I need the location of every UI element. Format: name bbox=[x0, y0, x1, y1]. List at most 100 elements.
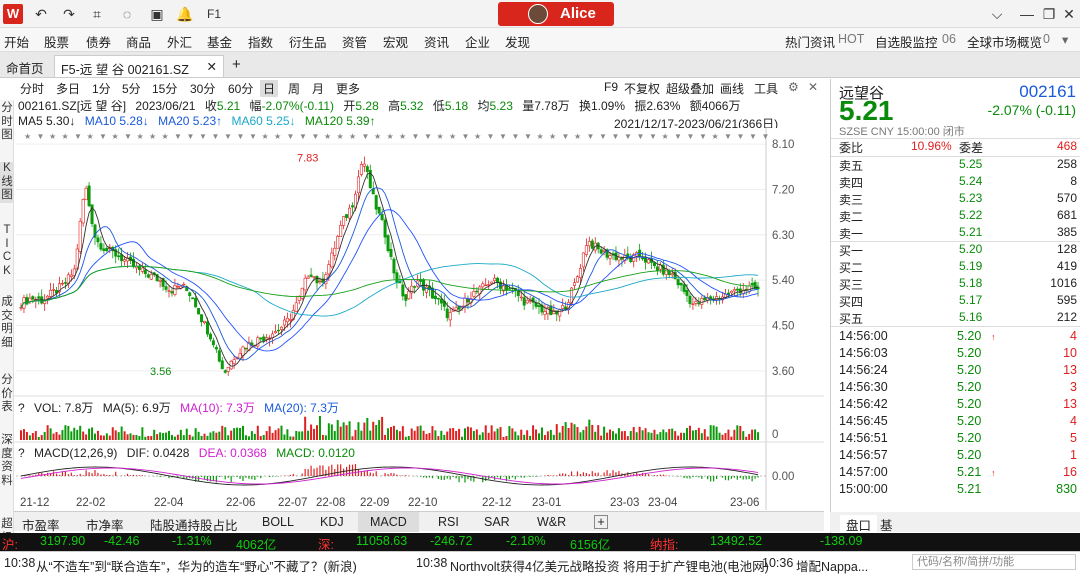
redo-icon[interactable]: ↷ bbox=[60, 5, 78, 23]
period-daily[interactable]: 日 bbox=[260, 80, 279, 97]
crop-icon[interactable]: ⌗ bbox=[88, 5, 106, 23]
candle-body bbox=[31, 296, 35, 300]
x-tick-label: 23-01 bbox=[532, 497, 561, 509]
volume-bar bbox=[469, 427, 472, 440]
tab-rsi[interactable]: RSI bbox=[438, 515, 459, 529]
sidebar-price-table[interactable]: 分价表 bbox=[0, 374, 14, 415]
tab-wr[interactable]: W&R bbox=[537, 515, 566, 529]
menu-commodity[interactable]: 商品 bbox=[126, 32, 151, 51]
tab-macd[interactable]: MACD bbox=[358, 512, 419, 532]
sidebar-intraday[interactable]: 分时图 bbox=[0, 102, 14, 143]
close-icon[interactable]: ✕ bbox=[1060, 5, 1078, 23]
tab-close-icon[interactable]: ✕ bbox=[207, 59, 217, 74]
tab-kdj[interactable]: KDJ bbox=[320, 515, 344, 529]
tick-price: 5.20 bbox=[957, 431, 982, 445]
volume-bar bbox=[614, 433, 617, 440]
sidebar-deep-data[interactable]: 深度资料 bbox=[0, 434, 14, 488]
period-intraday[interactable]: 分时 bbox=[20, 80, 44, 97]
tab-boll[interactable]: BOLL bbox=[262, 515, 294, 529]
menu-global-market[interactable]: 全球市场概览 bbox=[967, 32, 1042, 51]
candle-body bbox=[374, 195, 378, 210]
tool-tools[interactable]: 工具 bbox=[754, 80, 778, 97]
tab-home[interactable]: 命首页 bbox=[0, 55, 50, 77]
minimize-icon[interactable]: — bbox=[1018, 5, 1036, 23]
period-1min[interactable]: 1分 bbox=[92, 80, 111, 97]
period-30min[interactable]: 30分 bbox=[190, 80, 215, 97]
tool-draw-line[interactable]: 画线 bbox=[720, 80, 744, 97]
tab-order-book[interactable]: 盘口 bbox=[840, 515, 878, 534]
menu-stock[interactable]: 股票 bbox=[44, 32, 69, 51]
candle-body bbox=[96, 237, 100, 243]
tab-sar[interactable]: SAR bbox=[484, 515, 510, 529]
menu-macro[interactable]: 宏观 bbox=[383, 32, 408, 51]
period-15min[interactable]: 15分 bbox=[152, 80, 177, 97]
candle-body bbox=[356, 176, 360, 194]
menu-start[interactable]: 开始 bbox=[4, 32, 29, 51]
menu-asset-mgmt[interactable]: 资管 bbox=[342, 32, 367, 51]
tab-pb[interactable]: 市净率 bbox=[86, 515, 124, 534]
tab-active-label: F5-远 望 谷 002161.SZ bbox=[61, 63, 189, 77]
tab-pe[interactable]: 市盈率 bbox=[22, 515, 60, 534]
candle-body bbox=[558, 308, 562, 317]
menu-news[interactable]: 资讯 bbox=[424, 32, 449, 51]
menu-discover[interactable]: 发现 bbox=[505, 32, 530, 51]
tick-volume: 830 bbox=[1056, 482, 1077, 496]
nasdaq-change: -138.09 bbox=[820, 534, 863, 548]
sidebar-trade-detail[interactable]: 成交明细 bbox=[0, 296, 14, 350]
volume-bar bbox=[443, 434, 446, 440]
menu-enterprise[interactable]: 企业 bbox=[465, 32, 490, 51]
tool-no-adjust[interactable]: 不复权 bbox=[624, 80, 660, 97]
menu-fund[interactable]: 基金 bbox=[207, 32, 232, 51]
volume-bar bbox=[496, 428, 499, 440]
f1-icon[interactable]: F1 bbox=[205, 5, 223, 23]
news-item[interactable]: 增配Nappa... bbox=[796, 556, 868, 575]
volume-bar bbox=[712, 425, 715, 440]
volume-bar bbox=[617, 428, 620, 440]
volume-bar bbox=[144, 436, 147, 440]
volume-bar bbox=[514, 431, 517, 440]
menu-fx[interactable]: 外汇 bbox=[167, 32, 192, 51]
volume-bar bbox=[390, 426, 392, 440]
tick-price: 5.20 bbox=[957, 329, 982, 343]
tab-northbound[interactable]: 陆股通持股占比 bbox=[150, 515, 238, 534]
tab-add-button[interactable]: + bbox=[226, 53, 247, 75]
news-item[interactable]: Northvolt获得4亿美元战略投资 将用于扩产锂电池(电池网) bbox=[450, 556, 769, 575]
period-60min[interactable]: 60分 bbox=[228, 80, 253, 97]
tool-overlay[interactable]: 超级叠加 bbox=[666, 80, 714, 97]
news-item[interactable]: 从“不造车”到“联合造车”，华为的造车“野心”不藏了？(新浪) bbox=[36, 556, 357, 575]
settings-gear-icon[interactable]: ⚙ bbox=[788, 80, 799, 94]
period-5min[interactable]: 5分 bbox=[122, 80, 141, 97]
pin-icon[interactable]: ⌵ bbox=[988, 5, 1006, 23]
period-monthly[interactable]: 月 bbox=[312, 80, 324, 97]
period-multiday[interactable]: 多日 bbox=[56, 80, 80, 97]
menu-bond[interactable]: 债券 bbox=[86, 32, 111, 51]
window-icon[interactable]: ▣ bbox=[148, 5, 166, 23]
sh-pct: -1.31% bbox=[172, 534, 212, 548]
period-more[interactable]: 更多 bbox=[336, 80, 360, 97]
level-label: 买五 bbox=[839, 312, 864, 326]
tick-price: 5.21 bbox=[957, 465, 982, 479]
menu-chevron-icon[interactable]: ▾ bbox=[1062, 32, 1068, 47]
chat-icon[interactable]: ◌ bbox=[118, 5, 136, 23]
menu-derivative[interactable]: 衍生品 bbox=[289, 32, 327, 51]
add-indicator-button[interactable]: + bbox=[594, 515, 608, 529]
period-weekly[interactable]: 周 bbox=[288, 80, 300, 97]
undo-icon[interactable]: ↶ bbox=[32, 5, 50, 23]
menu-index[interactable]: 指数 bbox=[248, 32, 273, 51]
tab-active-stock[interactable]: F5-远 望 谷 002161.SZ ✕ bbox=[54, 55, 224, 77]
candle-body bbox=[481, 283, 485, 288]
tool-f9[interactable]: F9 bbox=[604, 80, 618, 94]
menu-watchlist-monitor[interactable]: 自选股监控 bbox=[875, 32, 938, 51]
chart-close-icon[interactable]: ✕ bbox=[808, 80, 818, 94]
bell-icon[interactable]: 🔔 bbox=[176, 5, 194, 23]
user-badge[interactable]: Alice bbox=[498, 2, 614, 26]
tab-basic[interactable]: 基 bbox=[880, 515, 893, 534]
restore-icon[interactable]: ❐ bbox=[1040, 5, 1058, 23]
sidebar-tick[interactable]: TICK bbox=[0, 224, 14, 278]
search-input[interactable]: 代码/名称/简拼/功能 bbox=[912, 554, 1076, 570]
title-bar: W ↶ ↷ ⌗ ◌ ▣ 🔔 F1 Alice ⌵ — ❐ ✕ bbox=[0, 0, 1080, 28]
tick-time: 14:56:42 bbox=[839, 397, 888, 411]
sidebar-kline[interactable]: K线图 bbox=[0, 162, 14, 203]
candle-body bbox=[655, 266, 659, 271]
menu-hot-news[interactable]: 热门资讯 bbox=[785, 32, 835, 51]
